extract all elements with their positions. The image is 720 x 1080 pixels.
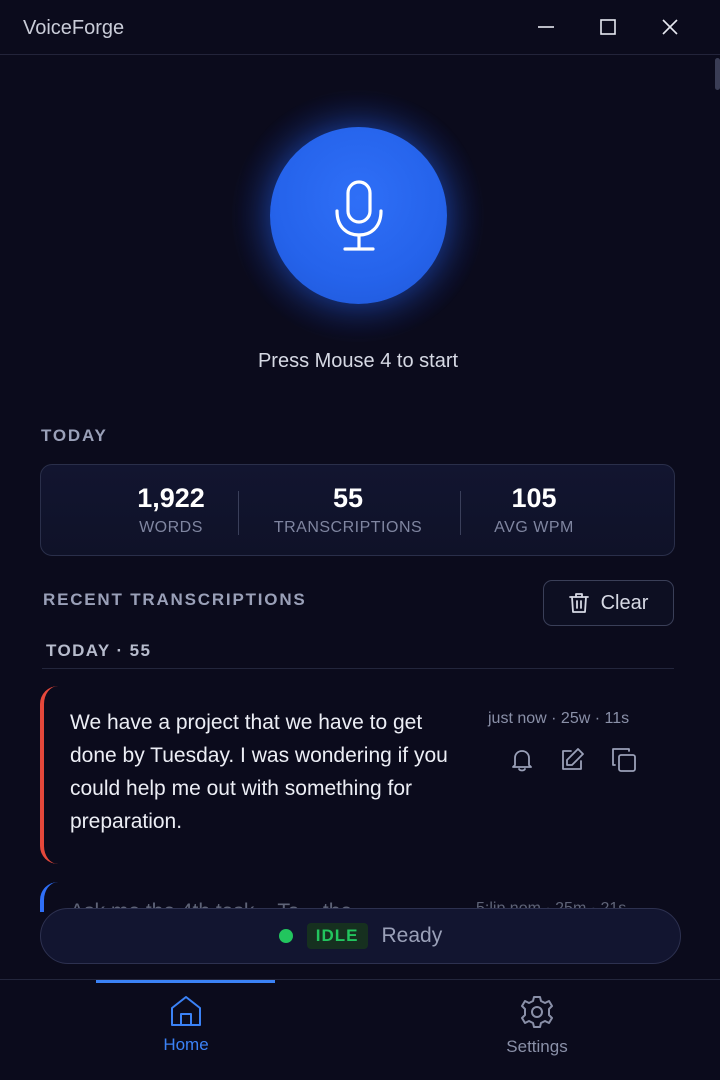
scrollbar[interactable] (715, 58, 720, 90)
nav-item-home[interactable]: Home (96, 994, 276, 1055)
app-title: VoiceForge (23, 17, 125, 39)
nav-active-indicator (96, 980, 275, 983)
reminder-button[interactable] (506, 744, 538, 776)
group-label: TODAY · 55 (46, 641, 152, 660)
stats-card: 1,922 WORDS 55 TRANSCRIPTIONS 105 AVG WP… (40, 464, 675, 556)
transcription-meta: just now · 25w · 11s (488, 710, 630, 727)
clear-button[interactable]: Clear (543, 580, 674, 626)
mic-hint: Press Mouse 4 to start (257, 350, 459, 372)
copy-icon (612, 748, 636, 772)
stat-transcriptions: 55 TRANSCRIPTIONS (259, 483, 437, 537)
stat-value: 55 (332, 483, 364, 513)
gear-icon (521, 996, 553, 1028)
home-icon (171, 996, 201, 1026)
transcription-accent (40, 882, 60, 912)
divider (42, 668, 674, 669)
stat-label: TRANSCRIPTIONS (273, 519, 423, 536)
transcription-item[interactable]: We have a project that we have to get do… (40, 686, 680, 864)
transcription-text: We have a project that we have to get do… (70, 711, 448, 833)
minimize-icon (538, 26, 554, 28)
status-text: Ready (381, 924, 443, 947)
clear-label: Clear (600, 591, 649, 614)
edit-icon (562, 748, 584, 770)
maximize-icon (600, 19, 616, 35)
trash-icon (568, 593, 589, 613)
stat-value: 105 (511, 483, 557, 513)
nav-item-settings[interactable]: Settings (447, 994, 627, 1057)
bottom-nav: Home Settings (0, 979, 720, 1080)
nav-label: Settings (506, 1037, 568, 1056)
stat-label: AVG WPM (494, 519, 574, 536)
today-label: TODAY (41, 426, 108, 445)
microphone-icon (334, 179, 383, 251)
nav-label: Home (163, 1035, 209, 1054)
stat-words: 1,922 WORDS (101, 483, 241, 537)
edit-button[interactable] (556, 744, 588, 776)
status-dot (278, 929, 293, 943)
minimize-button[interactable] (531, 12, 561, 42)
record-button[interactable] (270, 127, 447, 304)
close-icon (662, 19, 678, 35)
stat-label: WORDS (139, 519, 203, 536)
stat-divider (238, 491, 239, 535)
stat-value: 1,922 (137, 483, 205, 513)
status-bar: IDLE Ready (40, 908, 681, 964)
close-button[interactable] (655, 12, 685, 42)
status-badge: IDLE (306, 923, 368, 949)
maximize-button[interactable] (593, 12, 623, 42)
stat-avg-wpm: 105 AVG WPM (471, 483, 597, 537)
copy-button[interactable] (608, 744, 640, 776)
stat-divider (460, 491, 461, 535)
recent-transcriptions-label: RECENT TRANSCRIPTIONS (43, 590, 307, 609)
bell-icon (512, 750, 532, 772)
title-bar: VoiceForge (0, 0, 720, 55)
transcription-accent (40, 686, 60, 864)
